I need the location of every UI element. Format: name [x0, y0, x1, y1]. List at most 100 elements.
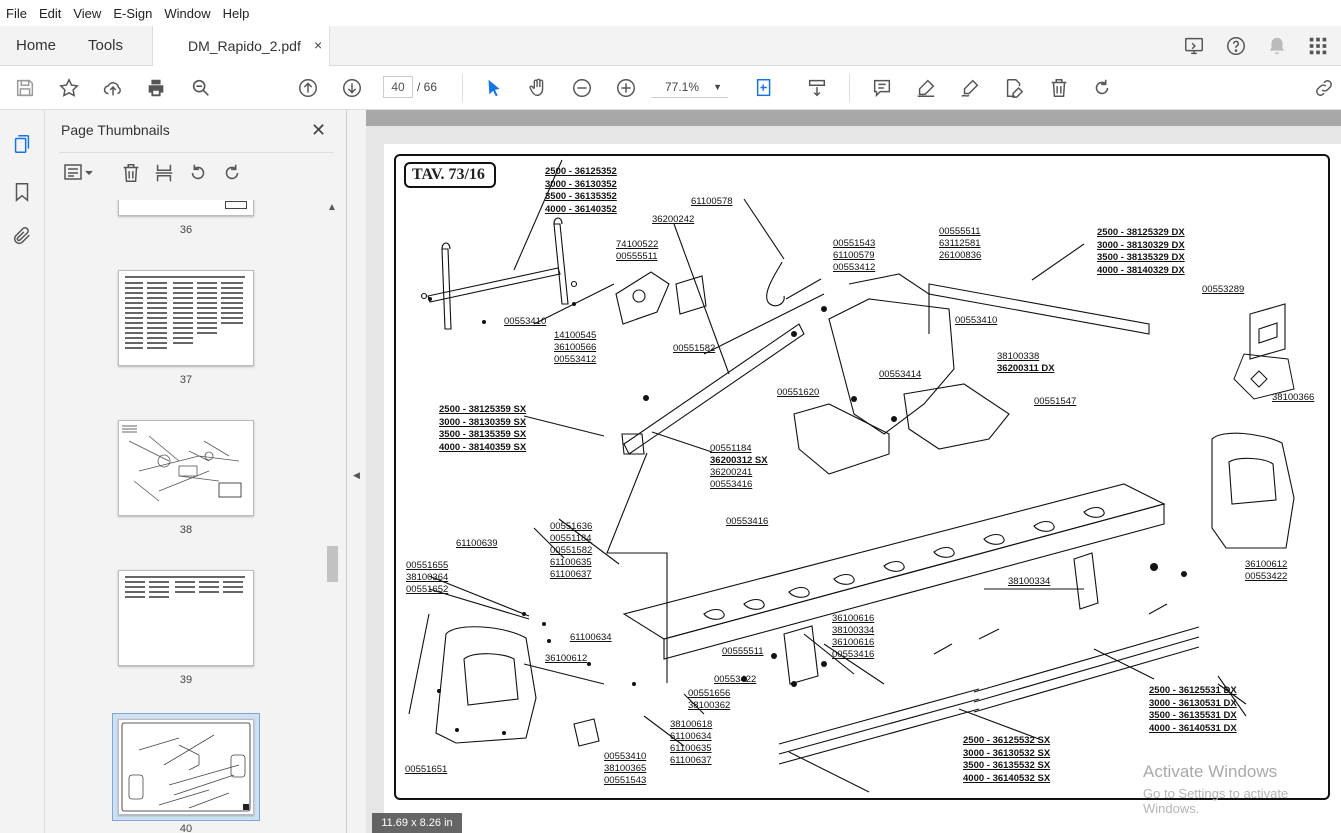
part-label: 00553410	[504, 316, 547, 327]
help-icon[interactable]	[1224, 34, 1248, 58]
page-thumbnails-icon[interactable]	[10, 132, 34, 156]
upload-cloud-icon[interactable]	[100, 76, 126, 100]
delete-trash-icon[interactable]	[1046, 76, 1072, 100]
scroll-up-icon[interactable]: ▲	[327, 202, 337, 213]
activation-watermark-subtitle: Go to Settings to activate Windows.	[1143, 786, 1289, 816]
part-label: 00555511	[722, 646, 764, 657]
part-label: 63112581	[939, 238, 981, 249]
thumbnail-label: 40	[179, 823, 193, 833]
part-label: 38100618	[670, 719, 713, 730]
part-label: 38100338	[997, 351, 1040, 362]
next-page-icon[interactable]	[339, 76, 365, 100]
thumbnail-page-39[interactable]	[118, 570, 254, 666]
part-label: 14100545	[554, 330, 597, 341]
collapse-panel-icon[interactable]: ◀	[353, 470, 360, 481]
scroll-mode-icon[interactable]	[804, 76, 830, 100]
part-label: 00551547	[1034, 396, 1077, 407]
extract-page-icon[interactable]	[151, 160, 177, 186]
menu-edit[interactable]: Edit	[39, 6, 61, 21]
menu-view[interactable]: View	[73, 6, 101, 21]
panel-splitter[interactable]: ◀	[347, 110, 366, 833]
previous-page-icon[interactable]	[295, 76, 321, 100]
thumbnail-scrollbar[interactable]: ▲	[324, 200, 340, 833]
part-label: 61100634	[570, 632, 612, 643]
zoom-level-value: 77.1%	[665, 80, 700, 94]
apps-grid-icon[interactable]	[1306, 34, 1330, 58]
bookmark-star-icon[interactable]	[56, 76, 82, 100]
part-label: 38100362	[688, 700, 731, 711]
draw-signature-icon[interactable]	[957, 76, 983, 100]
part-label: 00551620	[777, 387, 820, 398]
part-label: 00553422	[1245, 571, 1288, 582]
link-share-icon[interactable]	[1311, 76, 1337, 100]
tab-tools[interactable]: Tools	[88, 37, 123, 54]
part-label: 61100635	[550, 557, 592, 568]
variant-block-sx-mid: 2500 - 38125359 SX 3000 - 38130359 SX 3500…	[439, 404, 527, 453]
part-label: 36100616	[832, 613, 875, 624]
part-label: 38100334	[832, 625, 875, 636]
part-label: 61100637	[670, 755, 712, 766]
thumbnail-label: 38	[179, 524, 193, 536]
thumbnail-page-38[interactable]	[118, 420, 254, 516]
menu-file[interactable]: File	[6, 6, 27, 21]
part-label: 61100578	[691, 196, 733, 207]
page-total: / 66	[417, 80, 438, 94]
variant-block-dx-top: 2500 - 38125329 DX 3000 - 38130329 DX 3500…	[1097, 227, 1185, 276]
tab-bar: Home Tools DM_Rapido_2.pdf ×	[0, 26, 1341, 66]
part-label: 00551655	[406, 560, 449, 571]
menu-help[interactable]: Help	[223, 6, 250, 21]
variant-block-sx-bottom: 2500 - 36125532 SX 3000 - 36130532 SX 3500…	[963, 735, 1051, 784]
part-label: 00553410	[604, 751, 647, 762]
part-label: 26100836	[939, 250, 982, 261]
part-label: 00551636	[550, 521, 593, 532]
tab-document[interactable]: DM_Rapido_2.pdf ×	[152, 26, 330, 66]
rotate-right-icon[interactable]	[219, 160, 245, 186]
rotate-icon[interactable]	[1089, 76, 1115, 100]
tab-close-icon[interactable]: ×	[314, 37, 322, 53]
notification-bell-icon[interactable]	[1265, 34, 1289, 58]
panel-title: Page Thumbnails	[61, 122, 170, 138]
edit-pdf-icon[interactable]	[1001, 76, 1027, 100]
save-icon[interactable]	[12, 76, 38, 100]
part-label: 38100365	[604, 763, 647, 774]
scrollbar-thumb[interactable]	[327, 546, 338, 582]
thumbnail-page-37[interactable]	[118, 270, 254, 366]
zoom-search-icon[interactable]	[188, 76, 214, 100]
rotate-left-icon[interactable]	[185, 160, 211, 186]
page-number-input[interactable]: 40	[383, 76, 413, 98]
comment-icon[interactable]	[869, 76, 895, 100]
part-label: 36100566	[554, 342, 597, 353]
fit-page-icon[interactable]	[752, 76, 778, 100]
chevron-down-icon: ▼	[713, 82, 722, 92]
part-label: 61100639	[456, 538, 498, 549]
highlight-pen-icon[interactable]	[913, 76, 939, 100]
thumbnail-page-36[interactable]	[118, 200, 254, 216]
attachments-icon[interactable]	[10, 224, 34, 248]
part-label: 00553289	[1202, 284, 1245, 295]
print-icon[interactable]	[143, 76, 169, 100]
share-screen-icon[interactable]	[1182, 34, 1206, 58]
delete-page-icon[interactable]	[118, 160, 144, 186]
part-label: 36200312 SX	[710, 455, 768, 466]
menu-esign[interactable]: E-Sign	[113, 6, 152, 21]
part-label: 00553416	[726, 516, 769, 527]
hand-tool-icon[interactable]	[525, 76, 551, 100]
part-label: 00551656	[688, 688, 731, 699]
thumbnail-page-40[interactable]	[118, 719, 254, 815]
zoom-in-icon[interactable]	[613, 76, 639, 100]
toolbar-divider	[849, 74, 850, 102]
part-label: 00551582	[550, 545, 593, 556]
thumbnail-label: 37	[179, 374, 193, 386]
zoom-level-select[interactable]: 77.1% ▼	[651, 76, 728, 98]
select-cursor-icon[interactable]	[481, 76, 507, 100]
bookmarks-icon[interactable]	[10, 180, 34, 204]
panel-close-icon[interactable]: ✕	[311, 120, 326, 141]
page-thumbnails-panel: Page Thumbnails ✕ 36 37 38 39 40 ▲	[45, 110, 347, 833]
part-label: 00553416	[710, 479, 753, 490]
toolbar: 40 / 66 77.1% ▼	[0, 66, 1341, 110]
thumbnail-options-icon[interactable]	[58, 160, 98, 186]
page-top-bar	[366, 110, 1341, 126]
menu-window[interactable]: Window	[164, 6, 210, 21]
zoom-out-icon[interactable]	[569, 76, 595, 100]
tab-home[interactable]: Home	[16, 37, 56, 54]
